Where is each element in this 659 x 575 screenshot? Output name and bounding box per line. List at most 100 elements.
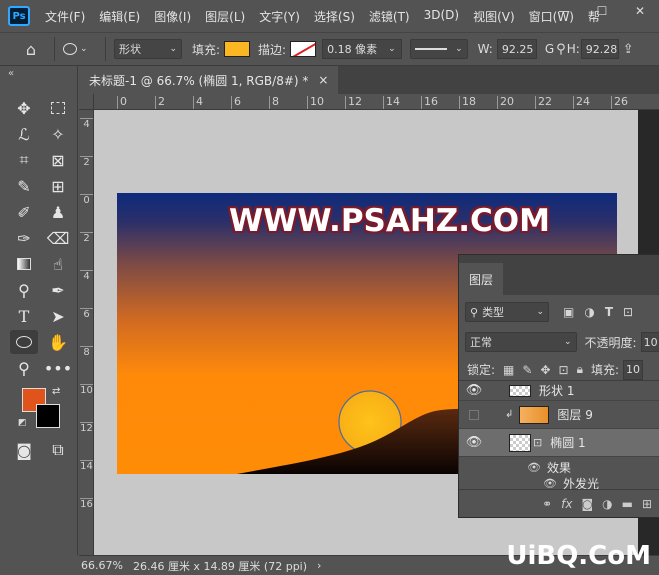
new-layer-icon[interactable]: ⊞ [642, 497, 652, 511]
layer-filter-dropdown[interactable]: ⚲ 类型 ⌄ [465, 302, 549, 322]
zoom-tool-icon[interactable]: ⚲ [10, 356, 38, 380]
hand-tool-icon[interactable]: ✋ [44, 330, 72, 354]
lock-all-icon[interactable]: 🔒︎ [577, 362, 583, 377]
add-mask-icon[interactable]: ◙ [581, 497, 593, 511]
eye-icon[interactable]: 👁︎ [543, 477, 557, 489]
zoom-level[interactable]: 66.67% [81, 559, 123, 572]
chevron-right-icon[interactable]: › [317, 559, 321, 572]
close-tab-icon[interactable]: × [318, 73, 328, 87]
dodge-tool-icon[interactable]: ⚲ [10, 278, 38, 302]
share-icon[interactable]: ⇪ [623, 42, 634, 57]
lock-position-icon[interactable]: ✥ [540, 363, 550, 377]
quick-mask-icon[interactable]: ◙ [10, 438, 38, 462]
effects-row[interactable]: 👁︎ 效果 [459, 457, 659, 477]
ruler-tick: 20 [497, 96, 514, 109]
more-tools-icon[interactable]: ••• [44, 356, 72, 380]
width-value: 92.25 [501, 42, 534, 56]
gradient-tool-icon[interactable] [10, 252, 38, 276]
height-input[interactable]: 92.28 [580, 39, 619, 59]
close-button[interactable]: ✕ [621, 0, 659, 22]
fill-color-swatch[interactable] [224, 41, 251, 57]
eye-icon[interactable]: 👁︎ [459, 383, 489, 398]
layer-row-selected[interactable]: 👁︎ ⊡ 椭圆 1 [459, 429, 659, 457]
menu-view[interactable]: 视图(V) [466, 8, 522, 25]
stamp-tool-icon[interactable]: ♟ [44, 200, 72, 224]
horizontal-ruler[interactable]: 0 2 4 6 8 10 12 14 16 18 20 22 24 26 [94, 94, 659, 110]
effect-item-row[interactable]: 👁︎ 外发光 [459, 477, 659, 489]
filter-type-icon[interactable]: T [605, 305, 613, 319]
menu-type[interactable]: 文字(Y) [252, 8, 307, 25]
chevron-down-icon[interactable]: ⌄ [388, 44, 396, 54]
menu-image[interactable]: 图像(I) [147, 8, 198, 25]
ruler-tick: 26 [611, 96, 628, 109]
stroke-color-swatch[interactable] [290, 41, 317, 57]
document-tab[interactable]: 未标题-1 @ 66.7% (椭圆 1, RGB/8#) * × [79, 66, 339, 94]
brush-tool-icon[interactable]: ✐ [10, 200, 38, 224]
marquee-tool-icon[interactable] [44, 96, 72, 120]
menu-3d[interactable]: 3D(D) [417, 8, 466, 25]
home-icon[interactable]: ⌂ [16, 37, 46, 61]
lasso-tool-icon[interactable]: ℒ [10, 122, 38, 146]
ellipse-tool-icon[interactable] [10, 330, 38, 354]
eye-icon[interactable]: 👁︎ [527, 461, 541, 474]
opacity-label: 不透明度: [584, 335, 637, 350]
vertical-ruler[interactable]: 4 2 0 2 4 6 8 10 12 14 16 [79, 110, 94, 555]
ellipse-tool-preset-icon[interactable]: ⌄ [63, 43, 97, 55]
history-brush-tool-icon[interactable]: ✑ [10, 226, 38, 250]
ruler-origin[interactable] [79, 94, 94, 110]
eyedropper-tool-icon[interactable]: ✎ [10, 174, 38, 198]
filter-shape-icon[interactable]: ⊡ [623, 305, 633, 319]
menu-layer[interactable]: 图层(L) [198, 8, 252, 25]
smudge-tool-icon[interactable]: ☝ [44, 252, 72, 276]
blend-mode-dropdown[interactable]: 正常 ⌄ [465, 332, 577, 352]
fx-icon[interactable]: fx [561, 497, 572, 511]
lock-transparency-icon[interactable]: ▦ [503, 363, 514, 377]
maximize-button[interactable]: ☐ [583, 0, 621, 22]
new-group-icon[interactable]: ▬ [622, 497, 633, 511]
eraser-tool-icon[interactable]: ⌫ [44, 226, 72, 250]
width-input[interactable]: 92.25 [496, 39, 537, 59]
layers-panel: 图层 ⚲ 类型 ⌄ ▣ ◑ T ⊡ 正常 ⌄ 不透明度: 10 锁定: ▦ ✎ … [458, 254, 659, 518]
tab-layers[interactable]: 图层 [459, 263, 503, 295]
type-tool-icon[interactable]: T [10, 304, 38, 328]
lock-pixels-icon[interactable]: ✎ [522, 363, 532, 377]
eye-icon[interactable]: 👁︎ [459, 435, 489, 450]
menu-select[interactable]: 选择(S) [307, 8, 362, 25]
adjustment-layer-icon[interactable]: ◑ [602, 497, 612, 511]
link-layers-icon[interactable]: ⚭ [542, 497, 552, 511]
move-tool-icon[interactable]: ✥ [10, 96, 38, 120]
swap-colors-icon[interactable]: ⇄ [52, 386, 60, 397]
menu-edit[interactable]: 编辑(E) [92, 8, 147, 25]
patch-tool-icon[interactable]: ⊞ [44, 174, 72, 198]
menu-filter[interactable]: 滤镜(T) [362, 8, 417, 25]
effect-name: 外发光 [562, 477, 599, 489]
default-colors-icon[interactable]: ◩ [18, 418, 27, 428]
lock-artboard-icon[interactable]: ⊡ [559, 363, 569, 377]
collapse-panel-icon[interactable]: « [8, 68, 14, 79]
search-icon[interactable]: ⚲ [556, 42, 566, 57]
minimize-button[interactable]: — [545, 0, 583, 22]
pen-tool-icon[interactable]: ✒ [44, 278, 72, 302]
effects-label: 效果 [546, 460, 571, 475]
tool-mode-dropdown[interactable]: 形状 ⌄ [114, 39, 182, 59]
path-selection-tool-icon[interactable]: ➤ [44, 304, 72, 328]
visibility-toggle[interactable] [469, 409, 479, 420]
width-label: W: [477, 42, 493, 56]
filter-adjustment-icon[interactable]: ◑ [584, 305, 594, 319]
stroke-type-dropdown[interactable]: ⌄ [409, 39, 468, 59]
layer-fill-input[interactable]: 10 [623, 359, 644, 380]
background-color-swatch[interactable] [36, 404, 60, 428]
layer-row[interactable]: 👁︎ 形状 1 [459, 381, 659, 401]
magic-wand-tool-icon[interactable]: ✧ [44, 122, 72, 146]
opacity-input[interactable]: 10 [640, 332, 659, 352]
frame-tool-icon[interactable]: ⊠ [44, 148, 72, 172]
layer-row[interactable]: ↲ 图层 9 [459, 401, 659, 429]
ruler-tick: 24 [573, 96, 590, 109]
filter-pixel-icon[interactable]: ▣ [563, 305, 574, 319]
menu-file[interactable]: 文件(F) [38, 8, 92, 25]
ruler-tick: 8 [269, 96, 279, 109]
ruler-tick: 2 [155, 96, 165, 109]
screen-mode-icon[interactable]: ⧉ [44, 438, 72, 462]
crop-tool-icon[interactable]: ⌗ [10, 148, 38, 172]
vector-mask-icon: ⊡ [533, 436, 543, 449]
